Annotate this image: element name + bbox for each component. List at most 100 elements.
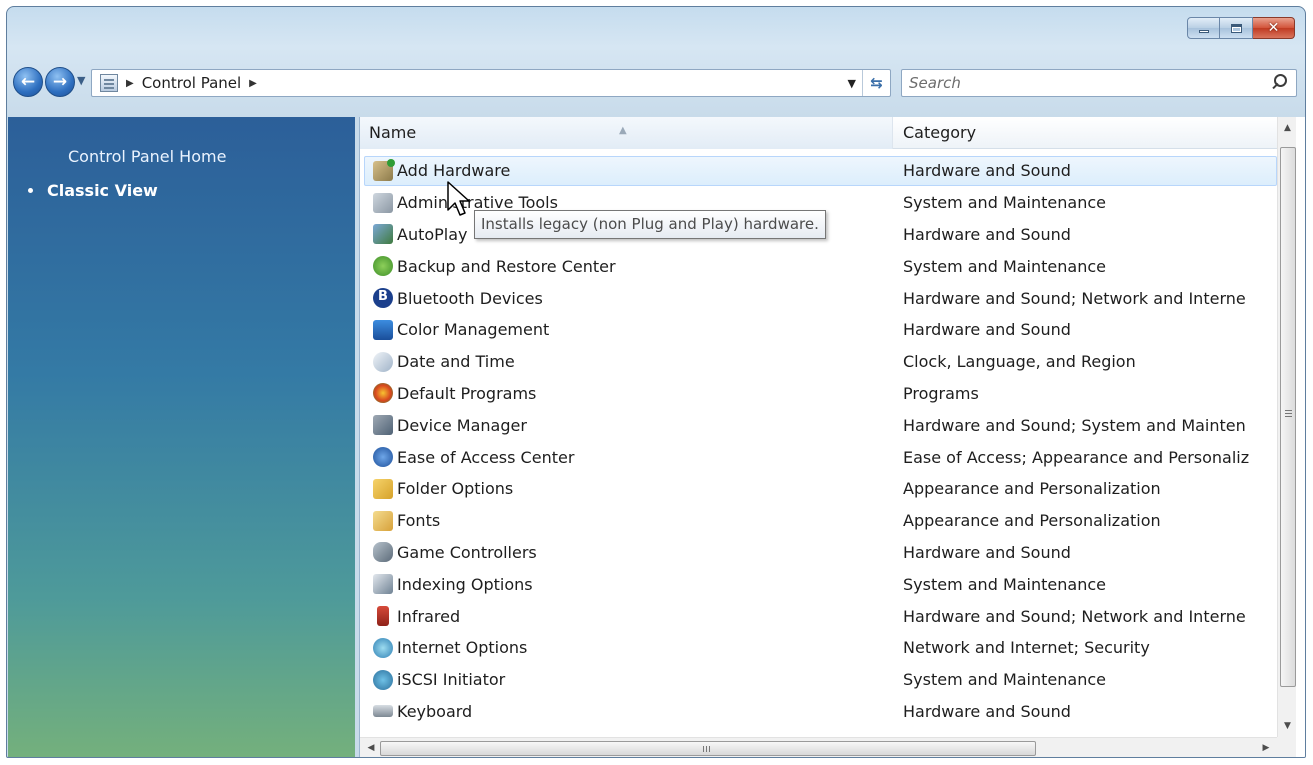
list-item[interactable]: Backup and Restore Center System and Main… [360, 250, 1277, 282]
autoplay-icon [373, 224, 393, 245]
item-category: Hardware and Sound [903, 320, 1071, 340]
recent-pages-dropdown[interactable]: ▼ [77, 74, 85, 87]
indexing-options-icon [373, 574, 393, 595]
classic-view-item[interactable]: Classic View [28, 181, 158, 200]
list-item[interactable]: Keyboard Hardware and Sound [360, 696, 1277, 728]
item-category: Appearance and Personalization [903, 479, 1161, 499]
item-name: Indexing Options [397, 574, 533, 594]
grip-icon [703, 746, 704, 752]
horizontal-scrollbar[interactable]: ◀ ▶ [360, 737, 1277, 757]
close-button[interactable]: ✕ [1253, 17, 1295, 39]
column-header-category[interactable]: Category [894, 117, 1277, 149]
control-panel-home-link[interactable]: Control Panel Home [68, 147, 226, 166]
item-category: Hardware and Sound [903, 161, 1071, 181]
item-category: Programs [903, 383, 979, 403]
vertical-scroll-thumb[interactable] [1280, 147, 1296, 687]
item-category: Hardware and Sound; Network and Interne [903, 288, 1246, 308]
add-hardware-icon [373, 158, 395, 181]
list-item[interactable]: Add Hardware Hardware and Sound [360, 155, 1277, 187]
address-dropdown-icon[interactable]: ▼ [848, 77, 856, 90]
breadcrumb-separator-icon[interactable]: ▶ [126, 78, 134, 89]
item-category: Appearance and Personalization [903, 511, 1161, 531]
scroll-right-icon[interactable]: ▶ [1257, 738, 1275, 757]
forward-button[interactable]: → [45, 67, 75, 97]
item-name: Game Controllers [397, 542, 537, 562]
item-name-cell: Fonts [373, 510, 893, 531]
search-icon[interactable] [1268, 72, 1290, 94]
list-item[interactable]: Game Controllers Hardware and Sound [360, 537, 1277, 569]
bluetooth-icon [373, 288, 393, 309]
item-name-cell: iSCSI Initiator [373, 669, 893, 690]
internet-options-icon [373, 637, 393, 658]
item-name-cell: Default Programs [373, 383, 893, 404]
list-item[interactable]: iSCSI Initiator System and Maintenance [360, 664, 1277, 696]
horizontal-scroll-thumb[interactable] [380, 741, 1036, 756]
close-icon: ✕ [1267, 20, 1280, 36]
column-header-row: ▲ Name Category [360, 117, 1277, 149]
list-item[interactable]: Ease of Access Center Ease of Access; App… [360, 441, 1277, 473]
item-name: Bluetooth Devices [397, 288, 543, 308]
scroll-down-icon[interactable]: ▼ [1278, 717, 1297, 735]
arrow-right-icon: → [52, 72, 68, 92]
classic-view-label: Classic View [47, 181, 158, 200]
scroll-up-icon[interactable]: ▲ [1278, 119, 1297, 137]
breadcrumb-chevron-icon[interactable]: ▶ [249, 78, 257, 89]
fonts-icon [373, 510, 393, 531]
item-name-cell: Ease of Access Center [373, 447, 893, 468]
list-item[interactable]: Color Management Hardware and Sound [360, 314, 1277, 346]
sort-ascending-icon: ▲ [619, 125, 627, 136]
vertical-scrollbar[interactable]: ▲ ▼ [1277, 117, 1296, 737]
item-name-cell: Date and Time [373, 351, 893, 372]
refresh-button[interactable]: ⇆ [862, 70, 890, 96]
list-item[interactable]: Date and Time Clock, Language, and Region [360, 346, 1277, 378]
grip-icon [1285, 410, 1292, 411]
item-name-cell: Add Hardware [373, 158, 893, 181]
maximize-button[interactable] [1220, 17, 1253, 39]
minimize-button[interactable] [1187, 17, 1220, 39]
item-name-cell: Keyboard [373, 701, 893, 721]
item-category: Hardware and Sound; Network and Interne [903, 606, 1246, 626]
item-name: Keyboard [397, 701, 473, 721]
list-item[interactable]: Folder Options Appearance and Personaliza… [360, 473, 1277, 505]
task-pane-sidebar: Control Panel Home Classic View [8, 117, 355, 757]
column-header-name[interactable]: ▲ Name [360, 117, 893, 149]
list-item[interactable]: Internet Options Network and Internet; Se… [360, 632, 1277, 664]
search-input[interactable] [909, 74, 1268, 92]
scroll-left-icon[interactable]: ◀ [362, 738, 380, 757]
list-item[interactable]: Device Manager Hardware and Sound; System… [360, 409, 1277, 441]
breadcrumb-control-panel[interactable]: Control Panel [142, 74, 241, 92]
item-name-cell: Device Manager [373, 415, 893, 436]
item-name: AutoPlay [397, 224, 468, 244]
item-name: Backup and Restore Center [397, 256, 616, 276]
address-bar[interactable]: ▶ Control Panel ▶ ▼ ⇆ [91, 69, 891, 97]
list-item[interactable]: Infrared Hardware and Sound; Network and … [360, 600, 1277, 632]
administrative-tools-icon [373, 192, 393, 213]
item-name: Color Management [397, 320, 550, 340]
item-category: Hardware and Sound [903, 542, 1071, 562]
back-button[interactable]: ← [13, 67, 43, 97]
default-programs-icon [373, 383, 393, 404]
item-name-cell: Folder Options [373, 478, 893, 499]
item-name-cell: Backup and Restore Center [373, 256, 893, 277]
minimize-icon [1198, 29, 1209, 33]
color-management-icon [373, 319, 393, 340]
item-name: Fonts [397, 511, 441, 531]
item-name: iSCSI Initiator [397, 670, 506, 690]
item-category: Hardware and Sound [903, 701, 1071, 721]
item-name-cell: Internet Options [373, 637, 893, 658]
maximize-icon [1230, 23, 1242, 33]
item-name-cell: Infrared [373, 606, 893, 627]
list-item[interactable]: Bluetooth Devices Hardware and Sound; Net… [360, 282, 1277, 314]
items-list: Add Hardware Hardware and Sound Administra… [360, 155, 1277, 727]
list-item[interactable]: Fonts Appearance and Personalization [360, 505, 1277, 537]
date-time-icon [373, 351, 393, 372]
arrow-left-icon: ← [20, 72, 36, 92]
list-item[interactable]: Indexing Options System and Maintenance [360, 568, 1277, 600]
search-box[interactable] [901, 69, 1297, 97]
item-category: Ease of Access; Appearance and Personali… [903, 447, 1250, 467]
item-category: Hardware and Sound; System and Mainten [903, 415, 1246, 435]
item-category: Clock, Language, and Region [903, 352, 1136, 372]
list-item[interactable]: Default Programs Programs [360, 378, 1277, 410]
item-name-cell: Bluetooth Devices [373, 288, 893, 309]
refresh-icon: ⇆ [870, 74, 883, 92]
